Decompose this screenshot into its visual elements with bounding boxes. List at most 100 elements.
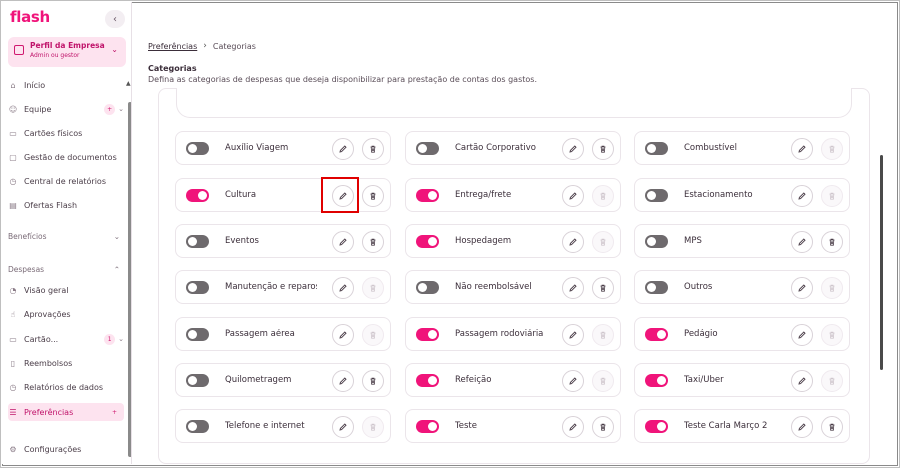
- category-toggle[interactable]: [416, 420, 439, 433]
- delete-category-button[interactable]: [821, 277, 843, 299]
- trash-icon: [827, 191, 837, 201]
- edit-category-button[interactable]: [332, 231, 354, 253]
- edit-category-button[interactable]: [562, 231, 584, 253]
- delete-category-button[interactable]: [362, 370, 384, 392]
- category-toggle[interactable]: [645, 420, 668, 433]
- chevron-left-icon: ‹: [113, 13, 117, 25]
- pencil-icon: [568, 376, 578, 386]
- delete-category-button[interactable]: [592, 185, 614, 207]
- category-toggle[interactable]: [645, 142, 668, 155]
- category-toggle[interactable]: [645, 189, 668, 202]
- edit-category-button[interactable]: [332, 370, 354, 392]
- sidebar-item-equipe[interactable]: ☺ Equipe + ⌄: [8, 100, 124, 118]
- delete-category-button[interactable]: [821, 324, 843, 346]
- category-toggle[interactable]: [186, 281, 209, 294]
- delete-category-button[interactable]: [362, 231, 384, 253]
- delete-category-button[interactable]: [592, 416, 614, 438]
- trash-icon: [827, 422, 837, 432]
- category-toggle[interactable]: [416, 281, 439, 294]
- delete-category-button[interactable]: [821, 370, 843, 392]
- collapse-sidebar-button[interactable]: ‹: [105, 10, 125, 28]
- edit-category-button[interactable]: [562, 138, 584, 160]
- edit-category-button[interactable]: [332, 416, 354, 438]
- delete-category-button[interactable]: [592, 231, 614, 253]
- section-despesas[interactable]: Despesas ⌃: [8, 265, 120, 274]
- sidebar-item-cartao[interactable]: ▭ Cartão... 1 ⌄: [8, 330, 124, 348]
- page-title: Categorias: [148, 64, 197, 73]
- delete-category-button[interactable]: [592, 324, 614, 346]
- sidebar-item-visao-geral[interactable]: ◔ Visão geral: [8, 281, 124, 299]
- category-toggle[interactable]: [416, 142, 439, 155]
- category-card: Entrega/frete: [405, 178, 621, 212]
- breadcrumb-link-preferencias[interactable]: Preferências: [148, 42, 197, 51]
- category-toggle[interactable]: [186, 420, 209, 433]
- delete-category-button[interactable]: [592, 138, 614, 160]
- pencil-icon: [797, 283, 807, 293]
- delete-category-button[interactable]: [362, 185, 384, 207]
- profile-selector[interactable]: Perfil da Empresa Admin ou gestor ⌄: [8, 37, 126, 67]
- sidebar-item-preferencias[interactable]: ☰ Preferências +: [8, 403, 124, 421]
- trash-icon: [368, 422, 378, 432]
- scroll-up-arrow-icon[interactable]: ▲: [126, 80, 131, 87]
- edit-category-button[interactable]: [562, 324, 584, 346]
- sidebar-item-aprovacoes[interactable]: ☝ Aprovações: [8, 305, 124, 323]
- folder-icon: ▢: [9, 152, 17, 162]
- trash-icon: [368, 144, 378, 154]
- delete-category-button[interactable]: [821, 138, 843, 160]
- category-toggle[interactable]: [416, 328, 439, 341]
- edit-category-button[interactable]: [332, 324, 354, 346]
- delete-category-button[interactable]: [592, 370, 614, 392]
- edit-category-button[interactable]: [562, 416, 584, 438]
- category-toggle[interactable]: [186, 235, 209, 248]
- category-toggle[interactable]: [645, 281, 668, 294]
- delete-category-button[interactable]: [821, 231, 843, 253]
- report-icon: ◷: [9, 176, 17, 186]
- edit-category-button[interactable]: [562, 370, 584, 392]
- category-toggle[interactable]: [186, 374, 209, 387]
- edit-category-button[interactable]: [562, 277, 584, 299]
- sidebar-item-configuracoes[interactable]: ⚙ Configurações: [8, 440, 124, 458]
- category-toggle[interactable]: [186, 142, 209, 155]
- sidebar-scrollbar[interactable]: [128, 102, 131, 457]
- main-scrollbar[interactable]: [880, 155, 883, 370]
- category-toggle[interactable]: [416, 189, 439, 202]
- sidebar-item-relatorios-dados[interactable]: ◷ Relatórios de dados: [8, 378, 124, 396]
- sidebar-item-gestao-documentos[interactable]: ▢ Gestão de documentos: [8, 148, 124, 166]
- category-label: Teste Carla Março 2: [684, 421, 768, 431]
- edit-category-button[interactable]: [332, 138, 354, 160]
- delete-category-button[interactable]: [362, 138, 384, 160]
- delete-category-button[interactable]: [362, 416, 384, 438]
- edit-category-button[interactable]: [791, 324, 813, 346]
- trash-icon: [368, 191, 378, 201]
- edit-category-button[interactable]: [791, 416, 813, 438]
- edit-category-button[interactable]: [791, 277, 813, 299]
- home-icon: ⌂: [10, 80, 16, 90]
- edit-category-button[interactable]: [562, 185, 584, 207]
- category-label: Taxi/Uber: [684, 375, 724, 385]
- sidebar-item-cartoes-fisicos[interactable]: ▭ Cartões físicos: [8, 124, 124, 142]
- edit-category-button[interactable]: [791, 231, 813, 253]
- delete-category-button[interactable]: [821, 185, 843, 207]
- category-card: Hospedagem: [405, 224, 621, 258]
- delete-category-button[interactable]: [362, 324, 384, 346]
- sidebar-item-reembolsos[interactable]: ▯ Reembolsos: [8, 354, 124, 372]
- category-toggle[interactable]: [645, 374, 668, 387]
- edit-category-button[interactable]: [791, 138, 813, 160]
- pencil-icon: [568, 191, 578, 201]
- edit-category-button[interactable]: [332, 277, 354, 299]
- sidebar-item-inicio[interactable]: ⌂ Início: [8, 76, 124, 94]
- delete-category-button[interactable]: [592, 277, 614, 299]
- category-toggle[interactable]: [645, 235, 668, 248]
- category-toggle[interactable]: [416, 235, 439, 248]
- delete-category-button[interactable]: [821, 416, 843, 438]
- sidebar-item-central-relatorios[interactable]: ◷ Central de relatórios: [8, 172, 124, 190]
- sidebar-item-ofertas-flash[interactable]: ▤ Ofertas Flash: [8, 196, 124, 214]
- edit-category-button[interactable]: [791, 370, 813, 392]
- category-toggle[interactable]: [416, 374, 439, 387]
- category-toggle[interactable]: [645, 328, 668, 341]
- category-toggle[interactable]: [186, 328, 209, 341]
- edit-category-button[interactable]: [791, 185, 813, 207]
- category-toggle[interactable]: [186, 189, 209, 202]
- delete-category-button[interactable]: [362, 277, 384, 299]
- section-beneficios[interactable]: Benefícios ⌄: [8, 232, 120, 241]
